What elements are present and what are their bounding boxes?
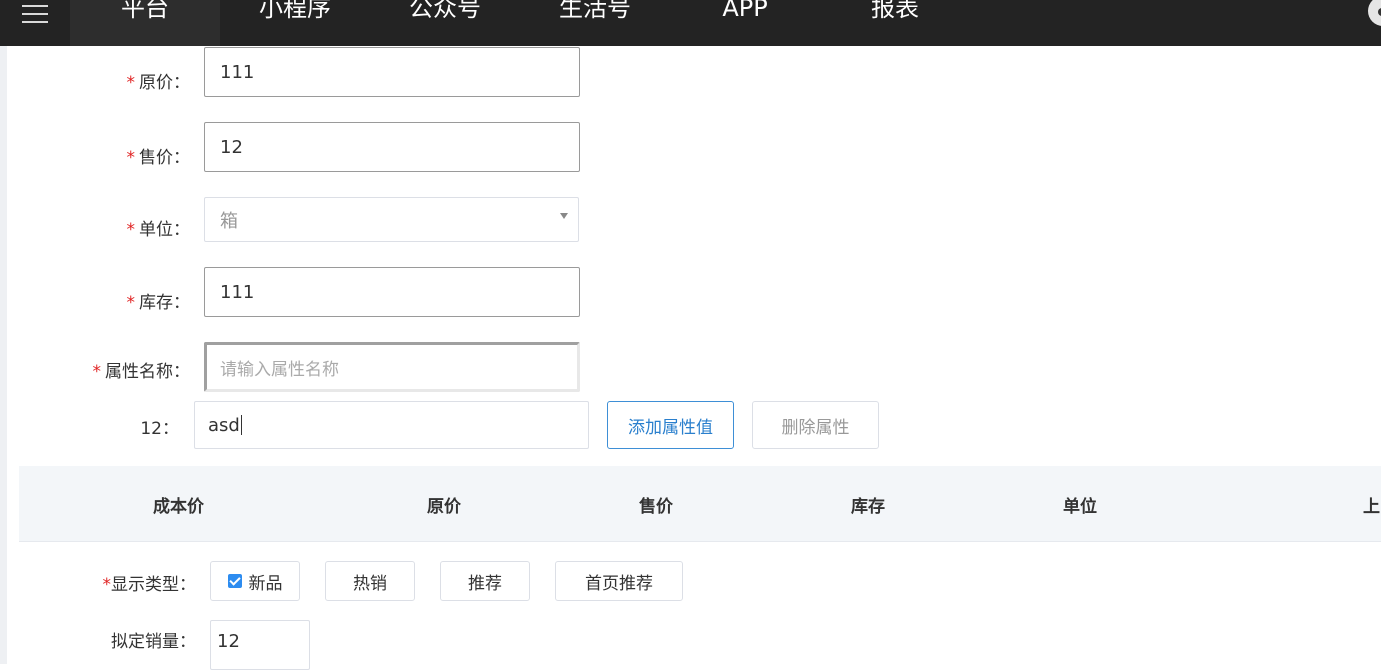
nav-tab-label: 平台: [121, 0, 169, 22]
menu-toggle-button[interactable]: [0, 0, 70, 46]
original-price-label: * 原价：: [127, 68, 191, 93]
sale-price-label: * 售价：: [127, 143, 191, 168]
nav-tab-life-account[interactable]: 生活号: [520, 0, 670, 46]
nav-tab-mini-program[interactable]: 小程序: [220, 0, 370, 46]
column-header-truncated: 上: [1363, 496, 1380, 517]
checkbox-label: 首页推荐: [585, 573, 653, 594]
nav-tab-official-account[interactable]: 公众号: [370, 0, 520, 46]
column-header-stock: 库存: [851, 496, 885, 517]
sidebar-edge: [0, 46, 7, 664]
attr-name-input[interactable]: 请输入属性名称: [204, 342, 580, 392]
label-text: 原价：: [139, 73, 190, 93]
add-attr-value-button[interactable]: 添加属性值: [607, 401, 734, 449]
display-type-hot-checkbox[interactable]: 热销: [325, 561, 415, 601]
display-type-home-recommend-checkbox[interactable]: 首页推荐: [555, 561, 683, 601]
top-nav-bar: 平台 小程序 公众号 生活号 APP 报表: [0, 0, 1381, 46]
label-text: 售价：: [139, 148, 190, 168]
label-text: 库存：: [139, 293, 190, 313]
hamburger-icon: [22, 2, 48, 23]
attr-value-input[interactable]: asd: [194, 401, 589, 449]
required-mark: *: [126, 293, 136, 313]
required-mark: *: [102, 575, 112, 595]
original-price-input[interactable]: 111: [204, 47, 580, 97]
required-mark: *: [126, 148, 136, 168]
input-value: 111: [220, 61, 255, 83]
nav-tab-platform[interactable]: 平台: [70, 0, 220, 46]
required-mark: *: [126, 220, 136, 240]
label-text: 单位：: [139, 220, 190, 240]
checkbox-label: 推荐: [468, 573, 502, 594]
display-type-label: *显示类型：: [103, 570, 197, 595]
button-label: 添加属性值: [628, 417, 713, 438]
column-header-unit: 单位: [1063, 496, 1097, 517]
label-text: 显示类型：: [111, 575, 196, 595]
label-text: 12：: [140, 419, 179, 439]
chevron-down-icon: [560, 213, 568, 219]
checkbox-label: 新品: [248, 573, 283, 594]
input-value: 12: [217, 631, 240, 652]
required-mark: *: [126, 73, 136, 93]
column-header-cost-price: 成本价: [153, 496, 204, 517]
unit-select[interactable]: 箱: [204, 197, 579, 242]
nav-tab-label: 公众号: [409, 0, 481, 22]
stock-input[interactable]: 111: [204, 267, 580, 317]
required-mark: *: [92, 362, 102, 382]
label-text: 拟定销量：: [111, 632, 196, 652]
delete-attr-button[interactable]: 删除属性: [752, 401, 879, 449]
sale-price-input[interactable]: 12: [204, 122, 580, 172]
display-type-new-checkbox[interactable]: 新品: [210, 561, 300, 601]
input-value: 111: [220, 281, 255, 303]
nav-tab-reports[interactable]: 报表: [820, 0, 970, 46]
attr-value-label: 12：: [140, 414, 179, 439]
display-type-recommend-checkbox[interactable]: 推荐: [440, 561, 530, 601]
column-header-sale-price: 售价: [639, 496, 673, 517]
user-avatar-icon[interactable]: [1368, 0, 1381, 26]
input-value: 12: [220, 136, 243, 158]
input-placeholder: 请输入属性名称: [220, 359, 339, 380]
nav-tab-label: 报表: [871, 0, 919, 22]
input-value: asd: [208, 414, 240, 436]
planned-sales-label: 拟定销量：: [111, 627, 196, 652]
nav-tab-label: APP: [722, 0, 768, 22]
sku-table-header: 成本价 原价 售价 库存 单位 上: [19, 466, 1381, 542]
checkbox-label: 热销: [353, 573, 387, 594]
button-label: 删除属性: [781, 417, 850, 438]
attr-name-label: * 属性名称：: [93, 357, 191, 382]
select-value: 箱: [220, 210, 238, 232]
stock-label: * 库存：: [127, 288, 191, 313]
text-caret: [240, 415, 242, 435]
label-text: 属性名称：: [105, 362, 190, 382]
nav-tab-label: 生活号: [559, 0, 631, 22]
nav-tab-app[interactable]: APP: [670, 0, 820, 46]
column-header-original-price: 原价: [427, 496, 461, 517]
unit-label: * 单位：: [127, 215, 191, 240]
checkbox-checked-icon: [227, 574, 242, 588]
planned-sales-input[interactable]: 12: [210, 620, 310, 670]
nav-tab-label: 小程序: [259, 0, 331, 22]
